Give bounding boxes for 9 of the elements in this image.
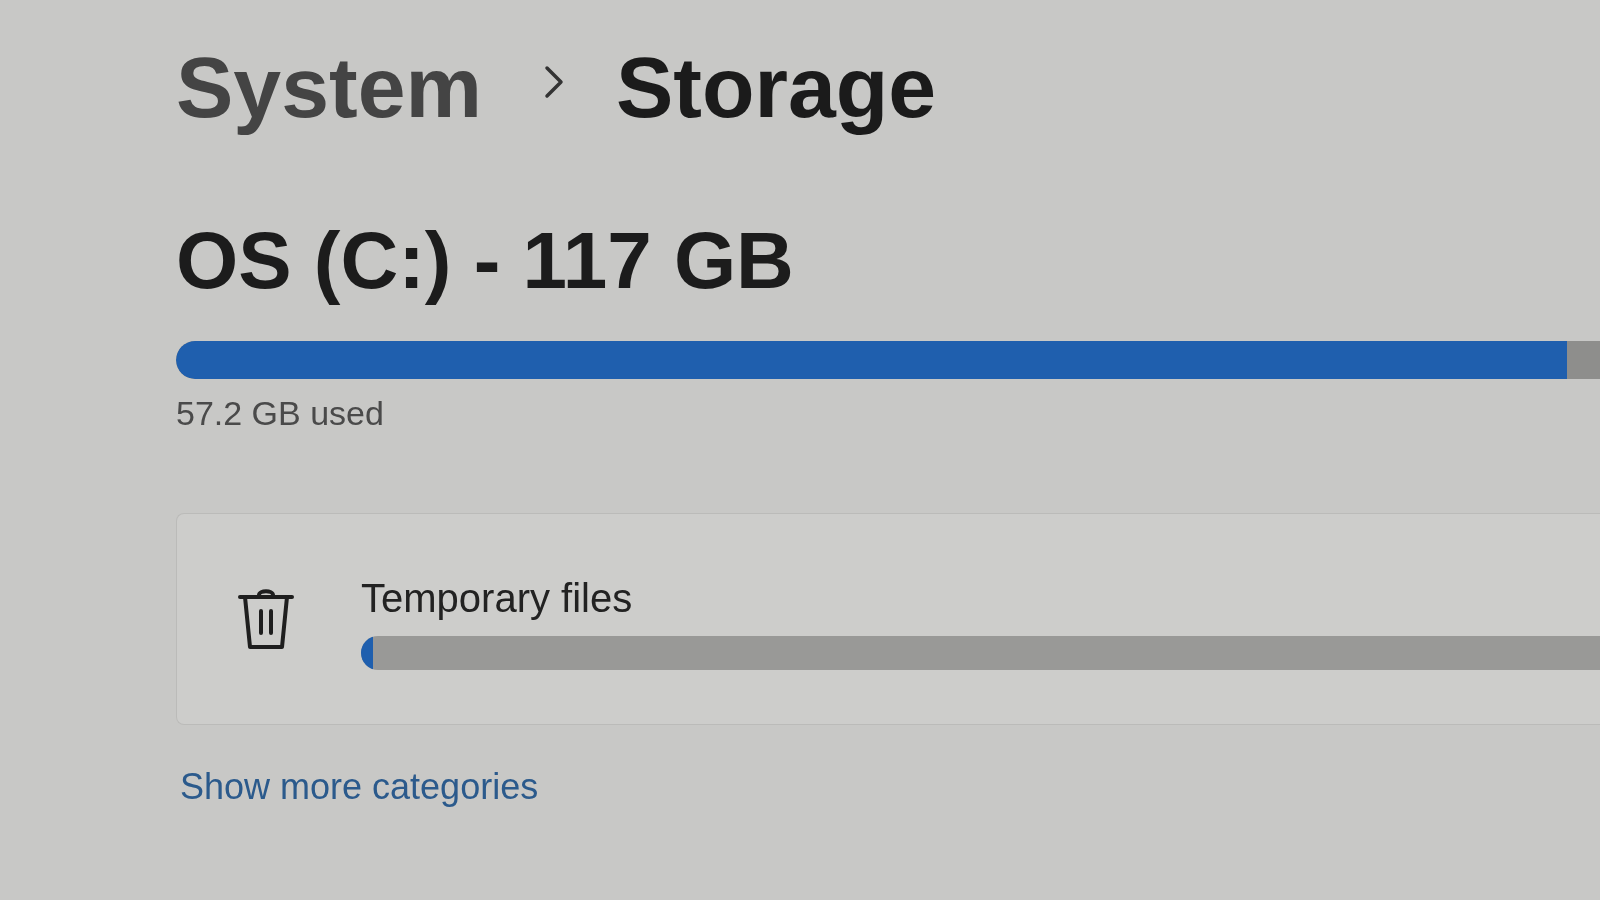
category-card[interactable]: Temporary files bbox=[176, 513, 1600, 726]
usage-text: 57.2 GB used bbox=[176, 392, 385, 434]
trash-icon bbox=[237, 587, 295, 652]
breadcrumb-item: Storage bbox=[615, 40, 937, 135]
breadcrumb-item[interactable]: System bbox=[176, 40, 482, 135]
drive-title: OS (C:) - 117 GB bbox=[176, 216, 795, 305]
chevron-right-icon bbox=[543, 65, 564, 100]
show-more-link[interactable]: Show more categories bbox=[180, 765, 539, 809]
category-name: Temporary files bbox=[361, 575, 633, 623]
